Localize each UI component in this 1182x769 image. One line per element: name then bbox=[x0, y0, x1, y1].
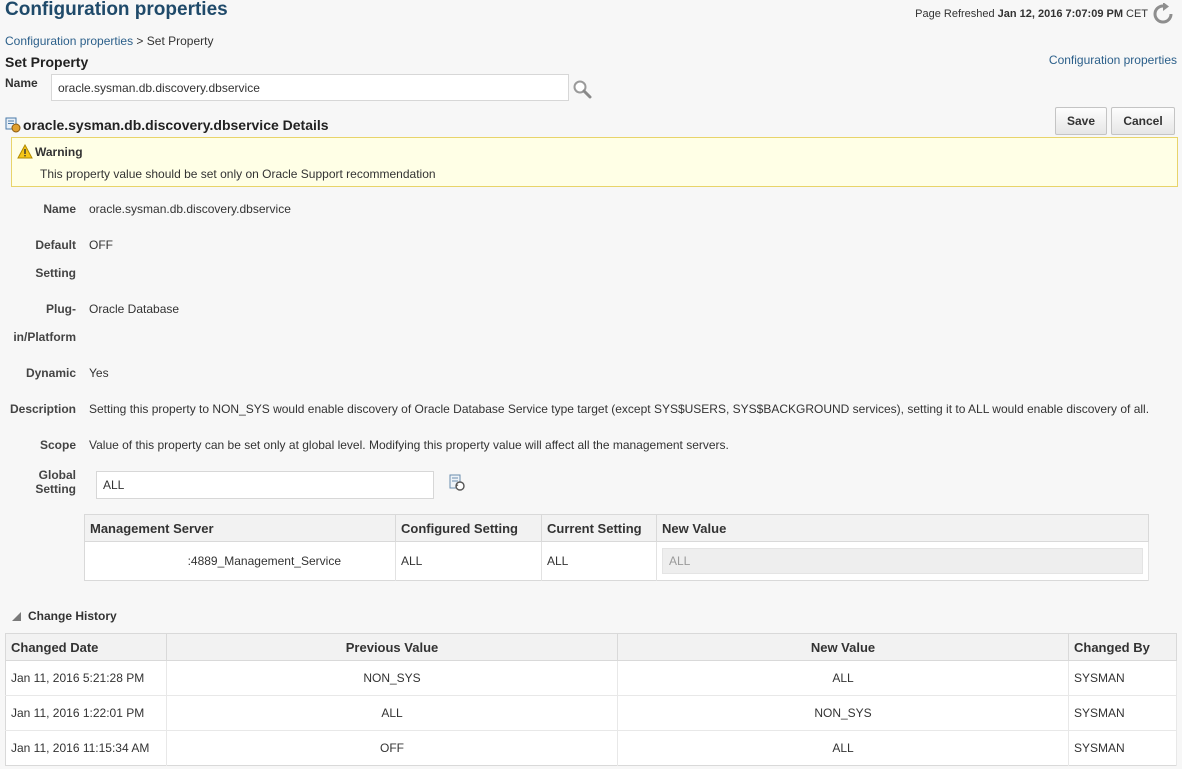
previous-value-cell: OFF bbox=[166, 730, 618, 766]
configuration-properties-link[interactable]: Configuration properties bbox=[1049, 53, 1177, 67]
scope-value: Value of this property can be set only a… bbox=[89, 438, 729, 452]
details-title: oracle.sysman.db.discovery.dbservice Det… bbox=[23, 117, 329, 133]
name-search-input[interactable]: oracle.sysman.db.discovery.dbservice bbox=[51, 74, 569, 101]
new-value-cell: ALL bbox=[617, 730, 1069, 766]
table-header-row: Management Server Configured Setting Cur… bbox=[84, 514, 1149, 542]
default-setting-label-line1: Default bbox=[35, 238, 76, 252]
table-row: Jan 11, 2016 11:15:34 AM OFF ALL SYSMAN bbox=[5, 730, 1177, 766]
warning-text: This property value should be set only o… bbox=[40, 167, 436, 181]
name-prop-label: Name bbox=[43, 202, 76, 216]
breadcrumb-link-configuration-properties[interactable]: Configuration properties bbox=[5, 34, 133, 48]
cancel-button[interactable]: Cancel bbox=[1111, 107, 1175, 135]
table-row: Jan 11, 2016 5:21:28 PM NON_SYS ALL SYSM… bbox=[5, 660, 1177, 696]
breadcrumb-current: Set Property bbox=[146, 34, 214, 48]
changed-by-cell: SYSMAN bbox=[1068, 695, 1177, 731]
column-new-value: New Value bbox=[617, 633, 1069, 661]
property-details-icon bbox=[5, 117, 21, 133]
new-value-cell: ALL bbox=[656, 541, 1149, 581]
column-changed-date: Changed Date bbox=[5, 633, 167, 661]
new-value-cell: NON_SYS bbox=[617, 695, 1069, 731]
changed-by-cell: SYSMAN bbox=[1068, 730, 1177, 766]
changed-by-cell: SYSMAN bbox=[1068, 660, 1177, 696]
default-setting-label-line2: Setting bbox=[35, 266, 76, 280]
configured-setting-cell: ALL bbox=[395, 541, 542, 581]
details-header: oracle.sysman.db.discovery.dbservice Det… bbox=[5, 117, 329, 133]
description-value: Setting this property to NON_SYS would e… bbox=[89, 402, 1150, 416]
name-prop-value: oracle.sysman.db.discovery.dbservice bbox=[89, 202, 291, 216]
previous-value-cell: NON_SYS bbox=[166, 660, 618, 696]
dynamic-value: Yes bbox=[89, 366, 109, 380]
previous-value-cell: ALL bbox=[166, 695, 618, 731]
column-management-server: Management Server bbox=[84, 514, 396, 542]
refresh-label: Page Refreshed bbox=[915, 8, 995, 20]
plugin-platform-label-line2: in/Platform bbox=[13, 330, 76, 344]
change-history-toggle[interactable]: Change History bbox=[11, 609, 117, 623]
refresh-icon[interactable] bbox=[1152, 3, 1174, 25]
section-title: Set Property bbox=[5, 54, 89, 70]
save-button[interactable]: Save bbox=[1055, 107, 1107, 135]
warning-title: Warning bbox=[35, 144, 83, 159]
new-value-input[interactable]: ALL bbox=[662, 548, 1143, 574]
table-header-row: Changed Date Previous Value New Value Ch… bbox=[5, 633, 1177, 661]
collapse-triangle-icon bbox=[12, 611, 21, 621]
table-row: Jan 11, 2016 1:22:01 PM ALL NON_SYS SYSM… bbox=[5, 695, 1177, 731]
refresh-timezone: CET bbox=[1126, 8, 1148, 20]
search-icon[interactable] bbox=[572, 79, 592, 99]
change-history-table: Changed Date Previous Value New Value Ch… bbox=[5, 633, 1177, 766]
change-history-title: Change History bbox=[28, 609, 117, 623]
management-server-cell: :4889_Management_Service bbox=[84, 541, 396, 581]
warning-icon bbox=[17, 144, 33, 159]
breadcrumb: Configuration properties > Set Property bbox=[5, 34, 213, 48]
new-value-cell: ALL bbox=[617, 660, 1069, 696]
table-row: :4889_Management_Service ALL ALL ALL bbox=[84, 541, 1149, 581]
dynamic-label: Dynamic bbox=[25, 366, 76, 380]
column-new-value: New Value bbox=[656, 514, 1149, 542]
scope-label: Scope bbox=[39, 438, 76, 452]
revert-setting-icon[interactable] bbox=[448, 474, 466, 492]
warning-box: Warning This property value should be se… bbox=[11, 137, 1178, 187]
global-setting-label-line1: Global bbox=[38, 468, 76, 482]
description-label: Description bbox=[9, 402, 76, 416]
column-changed-by: Changed By bbox=[1068, 633, 1177, 661]
column-previous-value: Previous Value bbox=[166, 633, 618, 661]
management-server-table: Management Server Configured Setting Cur… bbox=[84, 514, 1149, 581]
page-refreshed-info: Page Refreshed Jan 12, 2016 7:07:09 PM C… bbox=[915, 3, 1174, 25]
plugin-platform-value: Oracle Database bbox=[89, 302, 180, 316]
default-setting-value: OFF bbox=[89, 238, 113, 252]
breadcrumb-separator: > bbox=[136, 34, 144, 48]
warning-title-row: Warning bbox=[17, 144, 83, 159]
changed-date-cell: Jan 11, 2016 11:15:34 AM bbox=[5, 730, 167, 766]
plugin-platform-label-line1: Plug- bbox=[46, 302, 76, 316]
page-title: Configuration properties bbox=[5, 0, 228, 20]
column-configured-setting: Configured Setting bbox=[395, 514, 542, 542]
column-current-setting: Current Setting bbox=[541, 514, 657, 542]
changed-date-cell: Jan 11, 2016 1:22:01 PM bbox=[5, 695, 167, 731]
global-setting-input[interactable]: ALL bbox=[96, 471, 434, 499]
current-setting-cell: ALL bbox=[541, 541, 657, 581]
refresh-time: Jan 12, 2016 7:07:09 PM bbox=[997, 8, 1123, 20]
global-setting-label-line2: Setting bbox=[35, 482, 76, 496]
changed-date-cell: Jan 11, 2016 5:21:28 PM bbox=[5, 660, 167, 696]
name-label: Name bbox=[5, 76, 38, 90]
